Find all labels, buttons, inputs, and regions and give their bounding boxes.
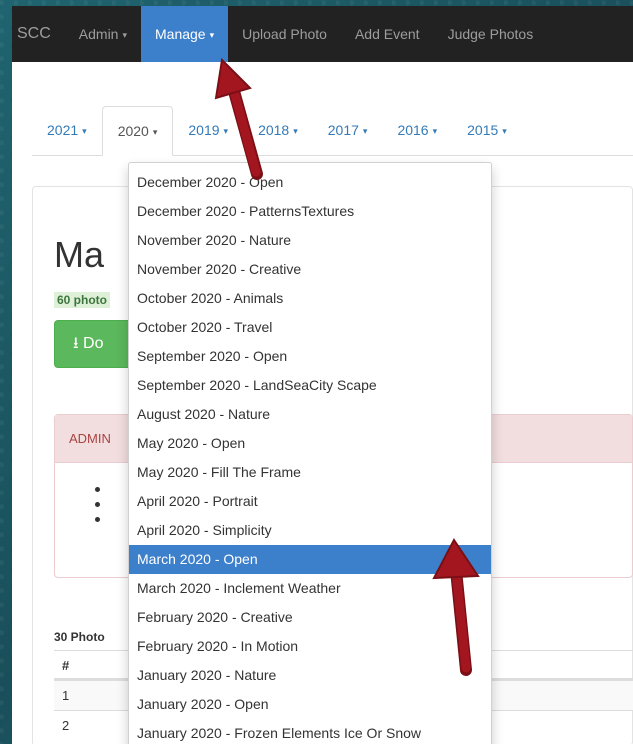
photos-count-label: 30 Photo xyxy=(54,630,105,644)
nav-judge-photos[interactable]: Judge Photos xyxy=(434,6,548,62)
dropdown-item[interactable]: December 2020 - Open xyxy=(129,168,491,197)
dropdown-item[interactable]: April 2020 - Portrait xyxy=(129,487,491,516)
browser-window: SCC Admin ▾ Manage ▾ Upload Photo Add Even… xyxy=(12,6,633,744)
tab-label: 2021 xyxy=(47,122,79,138)
caret-down-icon: ▾ xyxy=(362,126,368,137)
dropdown-item[interactable]: September 2020 - Open xyxy=(129,342,491,371)
dropdown-item[interactable]: September 2020 - LandSeaCity Scape xyxy=(129,371,491,400)
dropdown-item[interactable]: May 2020 - Open xyxy=(129,429,491,458)
tab-label: 2020 xyxy=(117,123,149,139)
tab-label: 2016 xyxy=(397,122,429,138)
nav-add-event[interactable]: Add Event xyxy=(341,6,434,62)
caret-down-icon: ▾ xyxy=(152,127,158,138)
nav-manage-label: Manage xyxy=(155,26,206,42)
tab-label: 2015 xyxy=(467,122,499,138)
dropdown-item[interactable]: May 2020 - Fill The Frame xyxy=(129,458,491,487)
alert-bullets xyxy=(95,487,100,532)
page-title: Ma xyxy=(54,234,105,275)
dropdown-item[interactable]: October 2020 - Travel xyxy=(129,313,491,342)
bullet xyxy=(95,502,100,507)
photo-count-badge: 60 photo xyxy=(54,292,110,308)
bullet xyxy=(95,517,100,522)
dropdown-item[interactable]: January 2020 - Open xyxy=(129,690,491,719)
annotation-arrow-manage xyxy=(214,57,263,180)
dropdown-item[interactable]: October 2020 - Animals xyxy=(129,284,491,313)
dropdown-item[interactable]: November 2020 - Creative xyxy=(129,255,491,284)
tab-2017[interactable]: 2017 ▾ xyxy=(313,106,383,156)
nav-admin-dropdown[interactable]: Admin ▾ xyxy=(65,6,141,62)
tab-2016[interactable]: 2016 ▾ xyxy=(382,106,452,156)
caret-down-icon: ▾ xyxy=(432,126,438,137)
dropdown-item[interactable]: November 2020 - Nature xyxy=(129,226,491,255)
dropdown-item[interactable]: December 2020 - PatternsTextures xyxy=(129,197,491,226)
nav-admin-label: Admin xyxy=(78,26,119,42)
top-navbar: SCC Admin ▾ Manage ▾ Upload Photo Add Even… xyxy=(12,6,633,62)
caret-down-icon: ▾ xyxy=(293,126,298,137)
brand-logo[interactable]: SCC xyxy=(12,6,65,62)
dropdown-item[interactable]: January 2020 - Frozen Elements Ice Or Sn… xyxy=(129,719,491,744)
annotation-arrow-march xyxy=(432,538,480,676)
bullet xyxy=(95,487,100,492)
caret-down-icon: ▾ xyxy=(502,126,507,137)
tab-label: 2017 xyxy=(327,122,359,138)
year-tabs: 2021 ▾ 2020 ▾ 2019 ▾ 2018 ▾ 2017 ▾ 2016 ▾ 2015… xyxy=(32,106,633,156)
caret-down-icon: ▾ xyxy=(122,30,127,41)
caret-down-icon: ▾ xyxy=(82,126,87,137)
tab-2015[interactable]: 2015 ▾ xyxy=(452,106,522,156)
dropdown-item[interactable]: August 2020 - Nature xyxy=(129,400,491,429)
tab-2020[interactable]: 2020 ▾ xyxy=(101,106,174,156)
tab-2021[interactable]: 2021 ▾ xyxy=(32,106,102,156)
